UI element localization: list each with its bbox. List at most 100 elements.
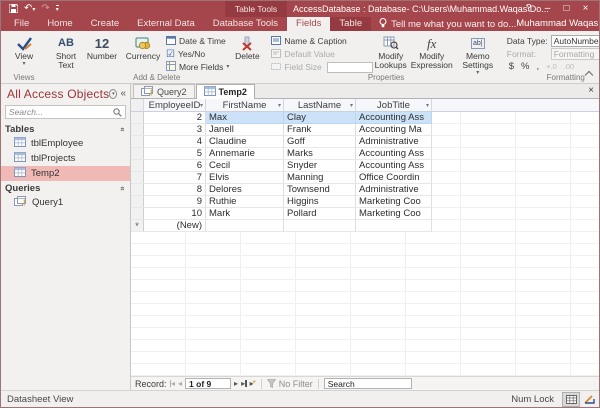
cell[interactable]: 2	[144, 112, 206, 124]
close-button[interactable]: ×	[576, 1, 595, 17]
cell[interactable]: Cecil	[206, 160, 284, 172]
cell[interactable]	[284, 220, 356, 232]
row-selector[interactable]	[131, 124, 144, 136]
table-row[interactable]: 10MarkPollardMarketing Coo	[131, 208, 432, 220]
cell[interactable]: 8	[144, 184, 206, 196]
memo-settings-button[interactable]: ab| Memo Settings ▾	[455, 33, 501, 76]
data-type-dropdown[interactable]: AutoNumber▾	[551, 35, 600, 47]
row-selector[interactable]	[131, 160, 144, 172]
cell[interactable]: Delores	[206, 184, 284, 196]
more-fields-button[interactable]: More Fields ▾	[166, 61, 229, 73]
save-icon[interactable]	[9, 0, 18, 18]
ribbon-tab-external-data[interactable]: External Data	[128, 17, 204, 31]
close-document-icon[interactable]: ×	[588, 86, 594, 96]
field-size-input[interactable]	[327, 62, 373, 73]
cell[interactable]: Goff	[284, 136, 356, 148]
modify-expression-button[interactable]: fx Modify Expression	[409, 33, 455, 70]
table-row[interactable]: 4ClaudineGoffAdministrative	[131, 136, 432, 148]
cell[interactable]: Pollard	[284, 208, 356, 220]
cell[interactable]: Higgins	[284, 196, 356, 208]
table-row[interactable]: 7ElvisManningOffice Coordin	[131, 172, 432, 184]
collapse-section-icon[interactable]: »	[117, 186, 126, 190]
ribbon-tab-database-tools[interactable]: Database Tools	[204, 17, 287, 31]
column-header-jobtitle[interactable]: JobTitle▾	[356, 99, 432, 112]
row-selector[interactable]	[131, 148, 144, 160]
name-caption-button[interactable]: Name & Caption	[271, 35, 372, 47]
new-record-row[interactable]: *(New)	[131, 220, 432, 232]
view-button[interactable]: View ▾	[6, 33, 42, 67]
table-row[interactable]: 3JanellFrankAccounting Ma	[131, 124, 432, 136]
ribbon-tab-create[interactable]: Create	[82, 17, 129, 31]
design-view-button[interactable]	[580, 392, 598, 407]
nav-section-tables[interactable]: Tables»	[1, 122, 130, 136]
first-record-button[interactable]: ◂	[170, 379, 176, 389]
table-row[interactable]: 8DeloresTownsendAdministrative	[131, 184, 432, 196]
customize-qat-icon[interactable]: ▾	[56, 5, 59, 13]
row-selector[interactable]	[131, 112, 144, 124]
cell[interactable]: Claudine	[206, 136, 284, 148]
cell[interactable]: Ruthie	[206, 196, 284, 208]
cell[interactable]: Accounting Ass	[356, 112, 432, 124]
cell[interactable]: (New)	[144, 220, 206, 232]
document-tab-temp2[interactable]: Temp2	[196, 84, 255, 99]
table-row[interactable]: 6CecilSnyderAccounting Ass	[131, 160, 432, 172]
column-dropdown-icon[interactable]: ▾	[350, 102, 353, 109]
cell[interactable]	[206, 220, 284, 232]
datasheet-view-button[interactable]	[562, 392, 580, 407]
cell[interactable]: 3	[144, 124, 206, 136]
cell[interactable]: Janell	[206, 124, 284, 136]
nav-item-tblemployee[interactable]: tblEmployee	[1, 136, 130, 151]
new-record-button[interactable]: ▸*	[250, 379, 256, 389]
ribbon-tab-home[interactable]: Home	[38, 17, 81, 31]
select-all-corner[interactable]	[131, 99, 144, 112]
row-selector[interactable]	[131, 136, 144, 148]
cell[interactable]: Max	[206, 112, 284, 124]
column-header-employeeid[interactable]: EmployeeID▾	[144, 99, 206, 112]
cell[interactable]: Frank	[284, 124, 356, 136]
cell[interactable]: 4	[144, 136, 206, 148]
column-header-lastname[interactable]: LastName▾	[284, 99, 356, 112]
cell[interactable]: Annemarie	[206, 148, 284, 160]
cell[interactable]: Accounting Ass	[356, 160, 432, 172]
table-row[interactable]: 5AnnemarieMarksAccounting Ass	[131, 148, 432, 160]
date-time-button[interactable]: Date & Time	[166, 35, 229, 47]
comma-format-button[interactable]: ,	[537, 61, 540, 72]
column-dropdown-icon[interactable]: ▾	[426, 102, 429, 109]
row-selector[interactable]	[131, 172, 144, 184]
shutter-bar-close-icon[interactable]: «	[120, 89, 126, 99]
cell[interactable]: Accounting Ass	[356, 148, 432, 160]
cell[interactable]: 9	[144, 196, 206, 208]
cell[interactable]: Marketing Coo	[356, 208, 432, 220]
collapse-section-icon[interactable]: »	[117, 127, 126, 131]
no-filter-button[interactable]: No Filter	[267, 379, 313, 389]
cell[interactable]: 7	[144, 172, 206, 184]
help-button[interactable]: ?	[519, 1, 538, 17]
modify-lookups-button[interactable]: Modify Lookups	[373, 33, 409, 70]
delete-button[interactable]: Delete	[229, 33, 265, 61]
cell[interactable]: Administrative	[356, 136, 432, 148]
maximize-button[interactable]: □	[557, 1, 576, 17]
nav-pane-menu-icon[interactable]: ▾	[109, 89, 117, 99]
cell[interactable]: Manning	[284, 172, 356, 184]
cell[interactable]: 6	[144, 160, 206, 172]
nav-item-query1[interactable]: !Query1	[1, 195, 130, 210]
cell[interactable]: Townsend	[284, 184, 356, 196]
nav-section-queries[interactable]: Queries»	[1, 181, 130, 195]
nav-item-temp2[interactable]: Temp2	[1, 166, 130, 181]
undo-button[interactable]: ↶▾	[24, 4, 35, 14]
yes-no-button[interactable]: ☑ Yes/No	[166, 48, 229, 60]
record-search-box[interactable]: Search	[324, 378, 412, 389]
cell[interactable]: Elvis	[206, 172, 284, 184]
cell[interactable]: Office Coordin	[356, 172, 432, 184]
cell[interactable]: Mark	[206, 208, 284, 220]
row-selector[interactable]	[131, 184, 144, 196]
cell[interactable]: 10	[144, 208, 206, 220]
currency-button[interactable]: Currency	[120, 33, 166, 61]
next-record-button[interactable]: ▸	[234, 379, 238, 389]
table-row[interactable]: 9RuthieHigginsMarketing Coo	[131, 196, 432, 208]
row-selector[interactable]	[131, 196, 144, 208]
cell[interactable]	[356, 220, 432, 232]
ribbon-tab-fields[interactable]: Fields	[287, 17, 330, 31]
row-selector[interactable]	[131, 208, 144, 220]
cell[interactable]: 5	[144, 148, 206, 160]
